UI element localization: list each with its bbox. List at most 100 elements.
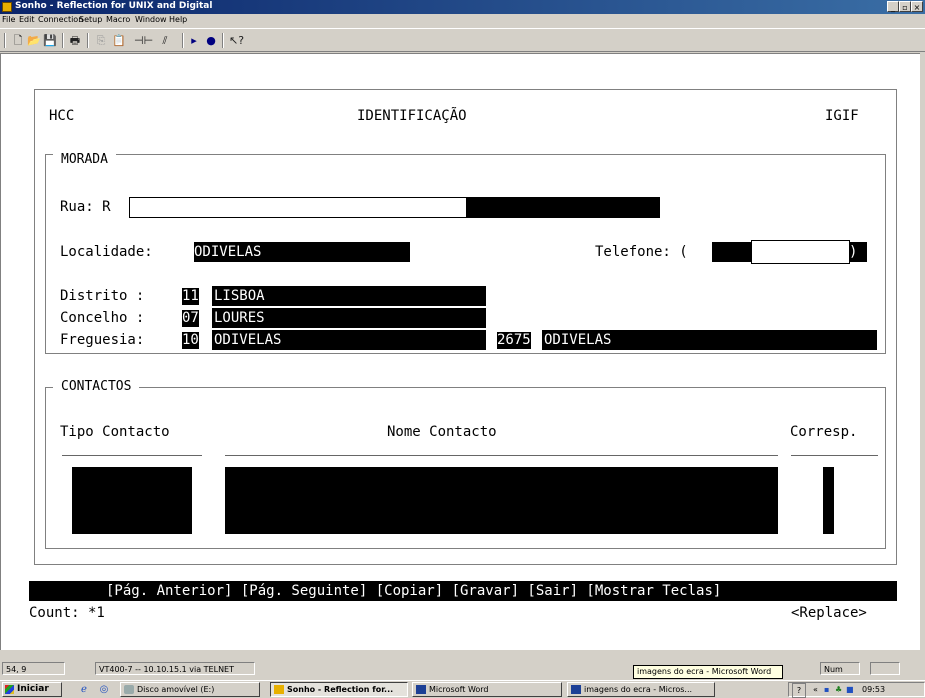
distrito-label: Distrito :	[60, 288, 145, 304]
col-tipo-underline	[62, 455, 202, 456]
toolbar-separator	[87, 33, 89, 48]
concelho-name: LOURES	[214, 310, 265, 326]
status-bar: 54, 9 VT400-7 -- 10.10.15.1 via TELNET N…	[0, 660, 925, 676]
reflection-icon	[274, 685, 284, 694]
toolbar-grip	[4, 33, 6, 48]
paste-icon[interactable]: 📋	[112, 34, 126, 47]
print-icon[interactable]: 🖶	[68, 34, 82, 47]
drive-icon	[124, 685, 134, 694]
postal-code[interactable]: 2675	[497, 332, 531, 349]
distrito-name: LISBOA	[214, 288, 265, 304]
freguesia-name: ODIVELAS	[214, 332, 282, 348]
menu-help[interactable]: Help	[169, 15, 187, 24]
connection-status: VT400-7 -- 10.10.15.1 via TELNET	[95, 662, 255, 675]
terminal-screen[interactable]: HCC IDENTIFICAÇÃO IGIF MORADA Rua: R Loc…	[0, 53, 920, 650]
toolbar-separator	[182, 33, 184, 48]
copy-icon[interactable]: ⎘	[94, 34, 108, 47]
contactos-legend: CONTACTOS	[53, 379, 140, 395]
localidade-label: Localidade:	[60, 244, 153, 260]
col-tipo-contacto: Tipo Contacto	[60, 424, 170, 440]
rua-input[interactable]	[129, 197, 467, 218]
menu-edit[interactable]: Edit	[19, 15, 35, 24]
telefone-number-input[interactable]	[751, 240, 850, 264]
menu-setup[interactable]: Setup	[79, 15, 102, 24]
start-button[interactable]: Iniciar	[2, 682, 62, 697]
toolbar: 🗋 📂 💾 🖶 ⎘ 📋 ⊣⊢ ⫽ ▸ ● ↖?	[0, 28, 925, 52]
task-label: Microsoft Word	[429, 685, 489, 694]
antivirus-icon[interactable]: ♣	[835, 683, 842, 696]
mode-indicator: <Replace>	[791, 605, 867, 621]
morada-legend: MORADA	[53, 152, 116, 168]
windows-logo-icon	[5, 685, 14, 694]
corresp-field[interactable]	[823, 467, 834, 534]
header-right: IGIF	[825, 108, 859, 124]
header-left: HCC	[49, 108, 75, 124]
col-nome-contacto: Nome Contacto	[387, 424, 497, 440]
restore-button[interactable]: ▫	[899, 1, 911, 12]
connect-icon[interactable]: ⊣⊢	[134, 34, 153, 47]
network-icon[interactable]: ▪	[824, 683, 829, 696]
play-icon[interactable]: ▸	[187, 34, 201, 47]
volume-icon[interactable]: ■	[846, 683, 854, 696]
col-corresp-underline	[791, 455, 878, 456]
telefone-label: Telefone: (	[595, 244, 688, 260]
col-nome-underline	[225, 455, 778, 456]
open-icon[interactable]: 📂	[27, 34, 41, 47]
help-pointer-icon[interactable]: ↖?	[229, 34, 244, 47]
window-title: Sonho - Reflection for UNIX and Digital	[15, 1, 213, 11]
task-microsoft-word[interactable]: Microsoft Word	[412, 682, 562, 697]
rua-redacted	[467, 197, 660, 218]
nome-contacto-field[interactable]	[225, 467, 778, 534]
menu-bar: File Edit Connection Setup Macro Window …	[0, 14, 925, 28]
freguesia-code[interactable]: 10	[182, 332, 199, 349]
count-indicator: Count: *1	[29, 605, 105, 621]
tray-expand-icon[interactable]: «	[813, 683, 818, 696]
close-button[interactable]: ×	[911, 1, 923, 12]
task-label: imagens do ecra - Micros...	[584, 685, 693, 694]
tipo-contacto-field[interactable]	[72, 467, 192, 534]
postal-locality: ODIVELAS	[544, 332, 612, 348]
taskbar: Iniciar ℯ ◎ Disco amovível (E:) Sonho - …	[0, 680, 925, 698]
task-imagens-do-ecra[interactable]: imagens do ecra - Micros...	[567, 682, 715, 697]
menu-file[interactable]: File	[2, 15, 15, 24]
word-icon	[416, 685, 426, 694]
toolbar-separator	[62, 33, 64, 48]
menu-window[interactable]: Window	[135, 15, 167, 24]
localidade-value: ODIVELAS	[194, 244, 262, 260]
menu-macro[interactable]: Macro	[106, 15, 130, 24]
title-bar[interactable]: Sonho - Reflection for UNIX and Digital …	[0, 0, 925, 14]
word-document-icon	[571, 685, 581, 694]
task-disco-amovivel[interactable]: Disco amovível (E:)	[120, 682, 260, 697]
concelho-label: Concelho :	[60, 310, 145, 326]
status-cell	[870, 662, 900, 675]
task-label: Disco amovível (E:)	[137, 685, 215, 694]
telefone-area-code[interactable]	[712, 242, 752, 262]
record-icon[interactable]: ●	[204, 34, 218, 47]
disconnect-icon[interactable]: ⫽	[158, 34, 172, 47]
col-corresp: Corresp.	[790, 424, 858, 440]
task-sonho-reflection[interactable]: Sonho - Reflection for...	[270, 682, 408, 697]
clock[interactable]: 09:53	[862, 683, 885, 696]
start-label: Iniciar	[17, 684, 49, 694]
telefone-close-paren: )	[849, 244, 858, 260]
outlook-express-icon[interactable]: ◎	[97, 683, 111, 696]
task-label: Sonho - Reflection for...	[287, 685, 394, 694]
cursor-position: 54, 9	[2, 662, 65, 675]
new-icon[interactable]: 🗋	[11, 34, 25, 47]
rua-label: Rua: R	[60, 199, 111, 215]
function-keys[interactable]: [Pág. Anterior] [Pág. Seguinte] [Copiar]…	[106, 583, 721, 600]
vertical-scrollbar[interactable]	[920, 53, 925, 650]
concelho-code[interactable]: 07	[182, 310, 199, 327]
taskbar-tooltip: imagens do ecra - Microsoft Word	[633, 665, 783, 679]
minimize-button[interactable]: _	[887, 1, 899, 12]
app-icon	[2, 2, 12, 12]
screen-title: IDENTIFICAÇÃO	[357, 108, 467, 124]
distrito-code[interactable]: 11	[182, 288, 199, 305]
save-icon[interactable]: 💾	[43, 34, 57, 47]
help-icon[interactable]: ?	[792, 683, 806, 698]
toolbar-separator	[222, 33, 224, 48]
menu-connection[interactable]: Connection	[38, 15, 83, 24]
num-lock-indicator: Num	[820, 662, 860, 675]
freguesia-label: Freguesia:	[60, 332, 145, 348]
internet-explorer-icon[interactable]: ℯ	[77, 683, 91, 696]
